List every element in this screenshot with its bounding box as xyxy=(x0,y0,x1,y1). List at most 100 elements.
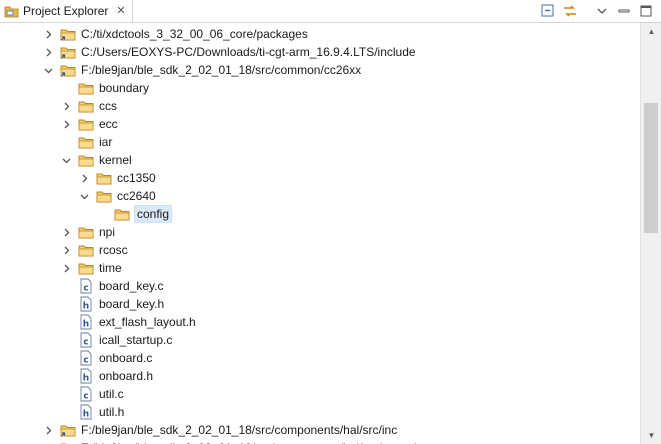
project-explorer-tab[interactable]: Project Explorer ✕ xyxy=(0,0,133,22)
collapsed-chevron-icon[interactable] xyxy=(60,115,72,133)
vertical-scrollbar[interactable]: ▲ ▼ xyxy=(640,23,661,444)
tree-row[interactable]: ecc xyxy=(0,115,640,133)
minimize-icon[interactable] xyxy=(616,3,632,19)
folder-icon xyxy=(96,173,112,185)
tree-row[interactable]: c onboard.c xyxy=(0,349,640,367)
collapsed-chevron-icon[interactable] xyxy=(42,439,54,444)
scroll-up-arrow-icon[interactable]: ▲ xyxy=(641,23,661,40)
collapsed-chevron-icon[interactable] xyxy=(42,43,54,61)
folder-icon xyxy=(78,245,94,257)
tree-item-label-selected: config xyxy=(134,205,173,223)
c-source-file-icon: c xyxy=(80,350,92,366)
tree-item-label: onboard.h xyxy=(99,369,154,383)
tree-item-label: ccs xyxy=(99,99,117,113)
tree-row[interactable]: c board_key.c xyxy=(0,277,640,295)
tree-row[interactable]: h board_key.h xyxy=(0,295,640,313)
close-icon[interactable]: ✕ xyxy=(116,5,125,17)
tree-item-label: time xyxy=(99,261,122,275)
tree-item-label: boundary xyxy=(99,81,150,95)
header-file-icon: h xyxy=(80,368,92,384)
collapsed-chevron-icon[interactable] xyxy=(60,97,72,115)
tree-row[interactable]: F:/ble9jan/ble_sdk_2_02_01_18/src/common… xyxy=(0,61,640,79)
linked-folder-icon xyxy=(60,29,76,41)
collapsed-chevron-icon[interactable] xyxy=(60,223,72,241)
tree-item-label: ext_flash_layout.h xyxy=(99,315,196,329)
view-tab-bar: Project Explorer ✕ xyxy=(0,0,661,23)
tree-row[interactable]: c icall_startup.c xyxy=(0,331,640,349)
c-source-file-icon: c xyxy=(80,386,92,402)
collapse-all-icon[interactable] xyxy=(540,3,556,19)
project-tree: C:/ti/xdctools_3_32_00_06_core/packages C… xyxy=(0,23,640,444)
collapsed-chevron-icon[interactable] xyxy=(42,421,54,439)
tree-item-label: util.c xyxy=(99,387,124,401)
scrollbar-thumb[interactable] xyxy=(644,103,658,233)
tree-row[interactable]: rcosc xyxy=(0,241,640,259)
linked-folder-icon xyxy=(60,65,76,77)
svg-text:h: h xyxy=(83,410,89,420)
tree-row[interactable]: ccs xyxy=(0,97,640,115)
tree-item-label: F:/ble9jan/ble_sdk_2_02_01_18/src/compon… xyxy=(80,439,470,444)
svg-text:h: h xyxy=(83,320,89,330)
tree-item-label: cc1350 xyxy=(117,171,156,185)
folder-icon xyxy=(78,263,94,275)
tree-item-label: iar xyxy=(99,135,113,149)
tree-row[interactable]: npi xyxy=(0,223,640,241)
tree-row[interactable]: C:/Users/EOXYS-PC/Downloads/ti-cgt-arm_1… xyxy=(0,43,640,61)
expanded-chevron-icon[interactable] xyxy=(78,187,90,205)
linked-folder-icon xyxy=(60,47,76,59)
tree-item-label: board_key.h xyxy=(99,297,165,311)
svg-text:c: c xyxy=(83,338,88,348)
tree-item-label: board_key.c xyxy=(99,279,164,293)
collapsed-chevron-icon[interactable] xyxy=(42,25,54,43)
tree-row[interactable]: C:/ti/xdctools_3_32_00_06_core/packages xyxy=(0,25,640,43)
tree-item-label: onboard.c xyxy=(99,351,153,365)
folder-icon xyxy=(78,137,94,149)
tree-row[interactable]: h ext_flash_layout.h xyxy=(0,313,640,331)
tree-row[interactable]: F:/ble9jan/ble_sdk_2_02_01_18/src/compon… xyxy=(0,421,640,439)
linked-folder-icon xyxy=(60,443,67,444)
tree-item-label: F:/ble9jan/ble_sdk_2_02_01_18/src/common… xyxy=(81,63,362,77)
tree-row[interactable]: c util.c xyxy=(0,385,640,403)
svg-text:c: c xyxy=(83,356,88,366)
svg-text:c: c xyxy=(83,284,88,294)
collapsed-chevron-icon[interactable] xyxy=(60,241,72,259)
tree-item-label: npi xyxy=(99,225,116,239)
tree-row[interactable]: time xyxy=(0,259,640,277)
tree-item-label: F:/ble9jan/ble_sdk_2_02_01_18/src/compon… xyxy=(81,423,398,437)
svg-text:h: h xyxy=(83,374,89,384)
folder-icon xyxy=(78,155,94,167)
tree-row[interactable]: cc1350 xyxy=(0,169,640,187)
tree-item-label: C:/ti/xdctools_3_32_00_06_core/packages xyxy=(81,27,308,41)
collapsed-chevron-icon[interactable] xyxy=(60,259,72,277)
folder-icon xyxy=(96,191,112,203)
tree-item-label: util.h xyxy=(99,405,125,419)
tree-row[interactable]: kernel xyxy=(0,151,640,169)
link-with-editor-icon[interactable] xyxy=(562,3,578,19)
collapsed-chevron-icon[interactable] xyxy=(78,169,90,187)
tree-row[interactable]: h util.h xyxy=(0,403,640,421)
tree-item-label: ecc xyxy=(99,117,118,131)
tree-row[interactable]: F:/ble9jan/ble_sdk_2_02_01_18/src/compon… xyxy=(0,439,640,444)
view-menu-chevron-icon[interactable] xyxy=(594,3,610,19)
tree-row[interactable]: cc2640 xyxy=(0,187,640,205)
linked-folder-icon xyxy=(60,425,76,437)
tree-row[interactable]: boundary xyxy=(0,79,640,97)
c-source-file-icon: c xyxy=(80,332,92,348)
scroll-down-arrow-icon[interactable]: ▼ xyxy=(641,427,661,444)
tree-row[interactable]: iar xyxy=(0,133,640,151)
header-file-icon: h xyxy=(80,296,92,312)
expanded-chevron-icon[interactable] xyxy=(60,151,72,169)
tree-row[interactable]: h onboard.h xyxy=(0,367,640,385)
tree-row[interactable]: config xyxy=(0,205,640,223)
maximize-icon[interactable] xyxy=(638,3,654,19)
expanded-chevron-icon[interactable] xyxy=(42,61,54,79)
